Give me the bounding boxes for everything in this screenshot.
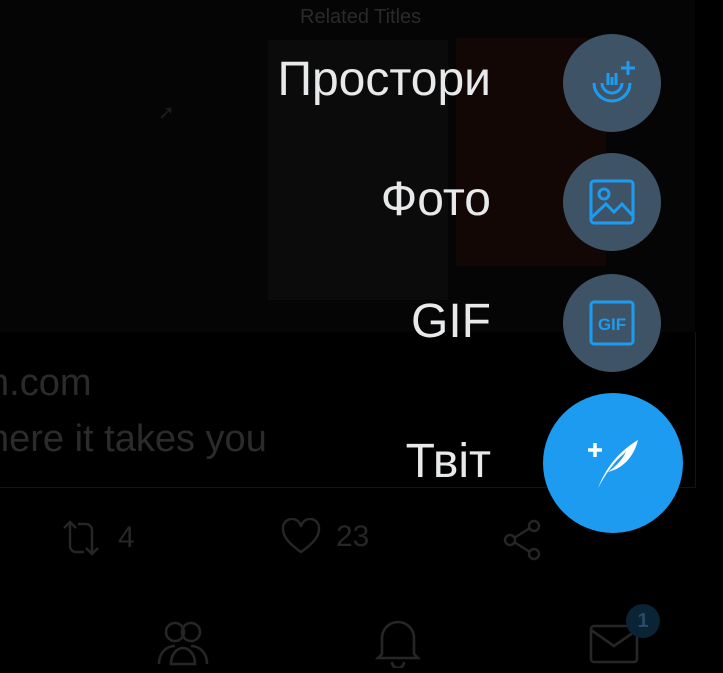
bell-icon [374, 620, 422, 670]
svg-text:GIF: GIF [598, 315, 626, 334]
like-button: 23 [280, 518, 369, 556]
gif-icon: GIF [589, 300, 635, 346]
communities-tab [155, 616, 211, 673]
like-count: 23 [336, 520, 370, 553]
spaces-add-icon [592, 61, 635, 103]
gif-button[interactable]: GIF [563, 274, 661, 372]
share-button [500, 518, 544, 562]
compose-feather-icon [588, 440, 638, 488]
share-icon [503, 519, 541, 561]
heart-icon [281, 518, 321, 554]
messages-badge: 1 [626, 604, 660, 638]
bottom-navigation [0, 612, 723, 670]
photo-label[interactable]: Фото [381, 172, 491, 227]
cursor-icon: ➚ [158, 102, 175, 124]
link-domain: n.com [0, 362, 92, 404]
notifications-tab [372, 614, 424, 673]
retweet-count: 4 [118, 521, 135, 554]
tweet-label[interactable]: Твіт [406, 434, 491, 489]
link-description: here it takes you [0, 418, 267, 460]
spaces-button[interactable] [563, 34, 661, 132]
retweet-button: 4 [58, 518, 135, 558]
related-titles-label: Related Titles [300, 6, 422, 28]
spaces-label[interactable]: Простори [277, 52, 491, 107]
communities-icon [157, 621, 209, 666]
image-icon [589, 179, 635, 225]
compose-tweet-button[interactable] [543, 393, 683, 533]
photo-button[interactable] [563, 153, 661, 251]
retweet-icon [63, 520, 99, 556]
gif-label[interactable]: GIF [411, 294, 491, 349]
